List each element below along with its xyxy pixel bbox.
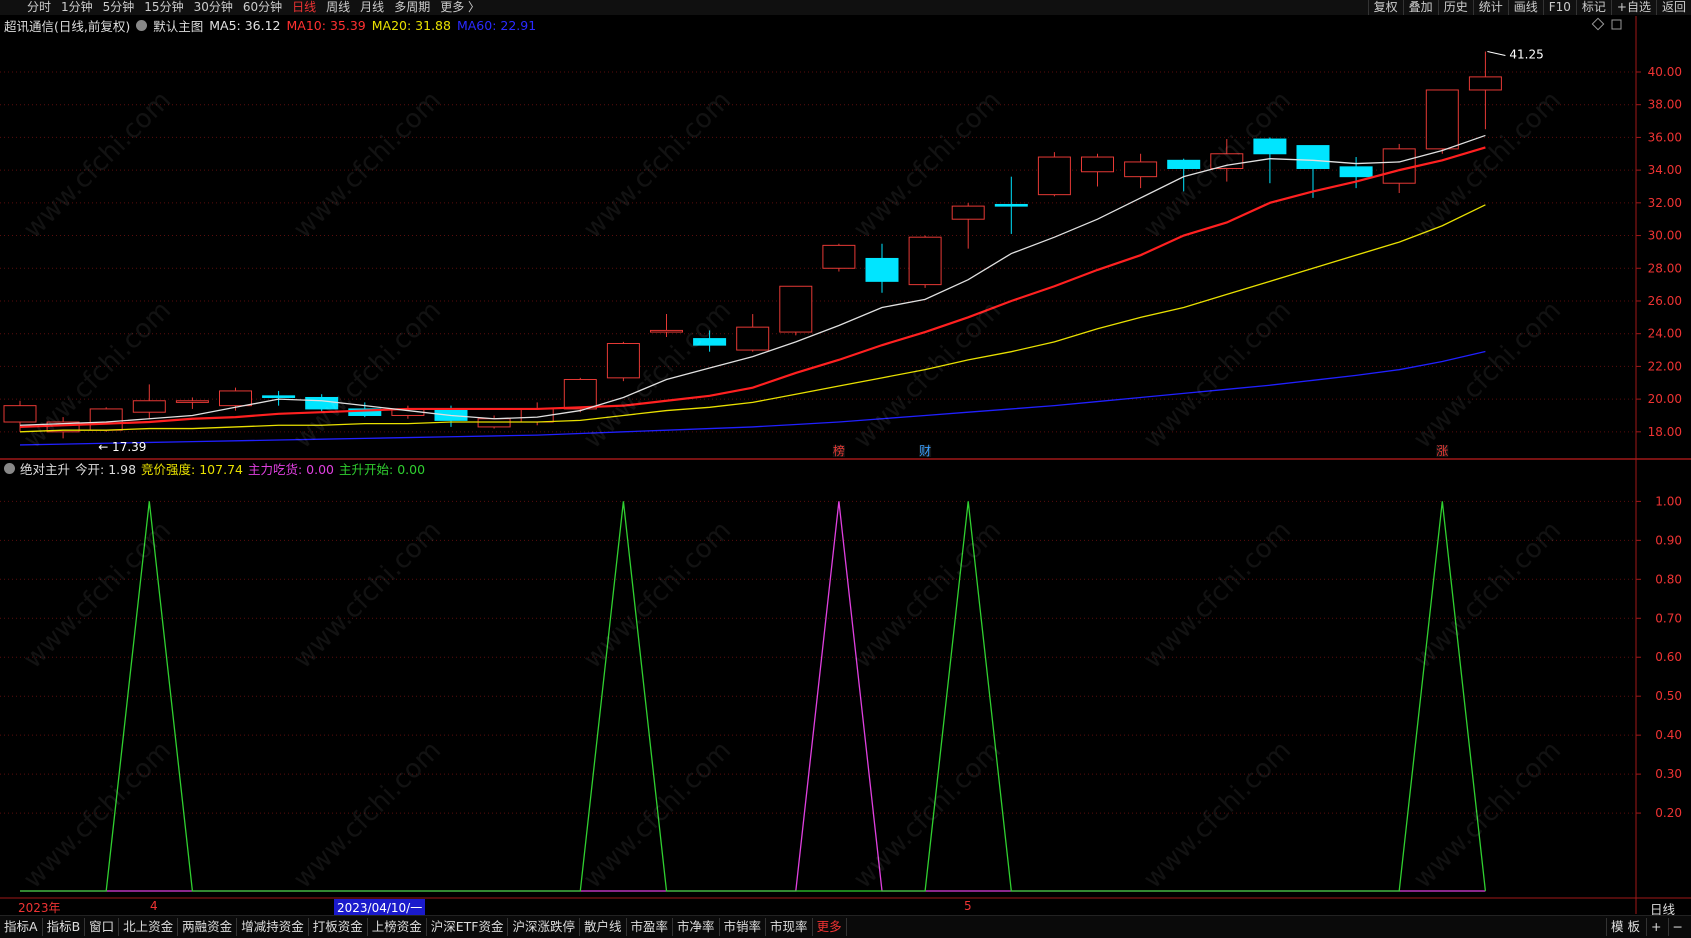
price-tick-label: 26.00: [1648, 294, 1682, 308]
indicator-tick-label: 1.00: [1655, 494, 1682, 508]
indicator-window-button[interactable]: 指标B: [43, 918, 86, 936]
candle-body-up: [736, 326, 770, 351]
candle-body-up: [822, 244, 856, 269]
candle-body-down: [262, 395, 296, 398]
indicator-tick-label: 0.60: [1655, 650, 1682, 664]
indicator-tick-label: 0.70: [1655, 611, 1682, 625]
bottom-toolbar: 指标A 指标B 窗口 北上资金 两融资金 增减持资金 打板资金 上榜资金 沪深ETF资金 沪深涨跌…: [0, 915, 1691, 938]
indicator-window-button[interactable]: 市销率: [720, 918, 767, 936]
indicator-window-button[interactable]: 沪深ETF资金: [427, 918, 509, 936]
price-tick-label: 28.00: [1648, 261, 1682, 275]
candle-body-up: [908, 236, 942, 286]
indicator-window-button[interactable]: 打板资金: [309, 918, 368, 936]
high-price-label: 41.25: [1509, 48, 1543, 62]
price-tick-label: 24.00: [1648, 327, 1682, 341]
month-4-label: 4: [150, 899, 158, 913]
ma5-line: [19, 134, 1486, 426]
candle-body-up: [1425, 89, 1459, 150]
price-tick-label: 20.00: [1648, 392, 1682, 406]
price-tick-label: 34.00: [1648, 163, 1682, 177]
indicator-window-button[interactable]: 市现率: [766, 918, 813, 936]
indicator-window-button[interactable]: 北上资金: [119, 918, 179, 936]
indicator-tick-label: 0.40: [1655, 728, 1682, 742]
high-price-pointer: [1487, 51, 1506, 57]
price-tick-label: 30.00: [1648, 229, 1682, 243]
candle-body-up: [1382, 148, 1416, 184]
candle-body-down: [693, 338, 727, 346]
indicator-tick-label: 0.30: [1655, 767, 1682, 781]
bottom-right-button[interactable]: +: [1646, 918, 1665, 936]
candle-body-down: [1167, 159, 1201, 169]
low-price-label: ← 17.39: [98, 440, 146, 454]
candle-body-up: [1037, 156, 1071, 196]
candle-body-up: [477, 418, 511, 428]
price-tick-label: 38.00: [1648, 98, 1682, 112]
indicator-window-button[interactable]: 市盈率: [627, 918, 674, 936]
candle-body-down: [1253, 138, 1287, 155]
price-tick-label: 18.00: [1648, 425, 1682, 439]
candle-body-up: [1468, 76, 1502, 91]
indicator-window-button[interactable]: 上榜资金: [368, 918, 427, 936]
candle-body-down: [1339, 166, 1373, 178]
candle-body-down: [305, 396, 339, 410]
restore-icon: [1611, 19, 1622, 30]
price-tick-label: 36.00: [1648, 130, 1682, 144]
candle-body-up: [650, 329, 683, 333]
price-tick-label: 40.00: [1648, 65, 1682, 79]
kline-chart[interactable]: 18.00 20.00 22.00 24.00 26.00 28.00 30.00 32.00…: [0, 0, 1691, 937]
event-marker: 榜: [833, 443, 845, 458]
price-tick-label: 22.00: [1648, 359, 1682, 373]
indicator-tick-label: 0.90: [1655, 533, 1682, 547]
cursor-date-label: 2023/04/10/一: [334, 899, 426, 916]
indicator-window-button[interactable]: 指标A: [0, 918, 43, 936]
year-label: 2023年: [18, 901, 61, 915]
diamond-icon: [1591, 17, 1605, 31]
indicator-tick-label: 0.20: [1655, 806, 1682, 820]
event-marker: 财: [919, 444, 931, 458]
event-marker: 涨: [1436, 443, 1448, 458]
indicator-window-button[interactable]: 市净率: [673, 918, 720, 936]
indicator-tick-label: 0.50: [1655, 689, 1682, 703]
candle-body-up: [563, 378, 597, 410]
indicator-window-button[interactable]: 沪深涨跌停: [508, 918, 580, 936]
candle-body-up: [1081, 156, 1114, 173]
price-tick-label: 32.00: [1648, 196, 1682, 210]
candle-body-up: [1210, 153, 1244, 169]
candle-body-up: [951, 205, 985, 220]
indicator-window-button[interactable]: 增减持资金: [237, 918, 309, 936]
more-button[interactable]: 更多: [813, 918, 847, 936]
indicator-window-button[interactable]: 散户线: [580, 918, 627, 936]
candle-body-up: [1124, 161, 1158, 178]
candle-body-up: [606, 343, 640, 379]
candle-body-up: [779, 285, 813, 333]
candle-body-up: [219, 390, 252, 407]
indicator-window-button[interactable]: 窗口: [85, 918, 120, 936]
candle-body-down: [1296, 145, 1330, 169]
candle-body-up: [3, 405, 37, 423]
candle-body-down: [865, 257, 899, 282]
candle-body-up: [132, 400, 166, 413]
candle-body-down: [994, 203, 1028, 207]
month-5-label: 5: [964, 899, 972, 913]
date-axis: 2023年 4 2023/04/10/一 5: [0, 899, 1636, 916]
candle-body-up: [89, 408, 123, 431]
indicator-tick-label: 0.80: [1655, 572, 1682, 586]
bottom-right-button[interactable]: −: [1667, 918, 1687, 936]
indicator-window-button[interactable]: 两融资金: [178, 918, 238, 936]
candle-body-up: [175, 400, 209, 403]
bottom-right-button[interactable]: 模 板: [1606, 918, 1644, 936]
